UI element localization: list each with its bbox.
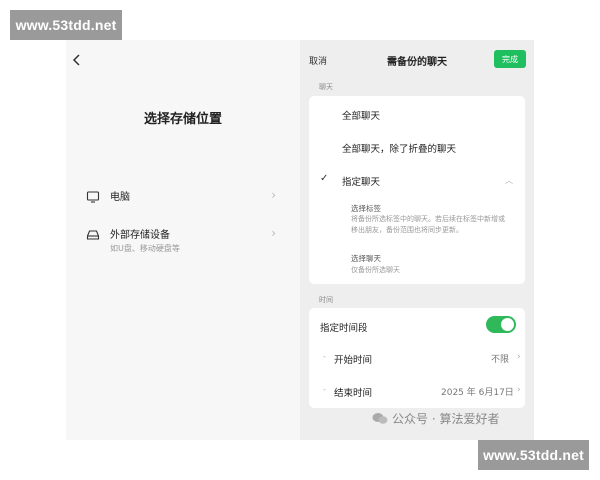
- chevron-right-icon: ›: [271, 188, 276, 202]
- location-title: 电脑: [110, 192, 130, 203]
- location-computer[interactable]: 电脑 ›: [86, 188, 276, 203]
- option-specified-chats[interactable]: 指定聊天: [342, 174, 380, 188]
- drive-icon: [86, 227, 100, 241]
- time-range-label: 指定时间段: [320, 323, 368, 334]
- footer-watermark-text: 公众号 · 算法爱好者: [392, 412, 500, 426]
- watermark-bottom: www.53tdd.net: [478, 440, 589, 470]
- chevron-right-icon: ›: [271, 226, 276, 240]
- chevron-up-icon[interactable]: ︿: [505, 175, 513, 186]
- monitor-icon: [86, 189, 100, 203]
- time-range-toggle[interactable]: [486, 316, 516, 333]
- start-time-label[interactable]: 开始时间: [334, 352, 372, 366]
- page-title: 选择存储位置: [143, 112, 222, 127]
- done-button[interactable]: 完成: [494, 50, 526, 68]
- dash-icon: -: [323, 385, 326, 394]
- chevron-right-icon: ›: [517, 385, 521, 395]
- select-chats-title[interactable]: 选择聊天: [351, 253, 381, 264]
- backup-chats-panel: 取消 需备份的聊天 完成 聊天 全部聊天 全部聊天，除了折叠的聊天 ✓ 指定聊天…: [300, 40, 534, 440]
- footer-watermark: 公众号 · 算法爱好者: [372, 410, 499, 427]
- location-subtitle: 如U盘、移动硬盘等: [110, 244, 180, 253]
- chevron-left-icon: [72, 52, 82, 71]
- chevron-right-icon: ›: [517, 352, 521, 362]
- chat-options-card: 全部聊天 全部聊天，除了折叠的聊天 ✓ 指定聊天 ︿ 选择标签 将备份所选标签中…: [309, 96, 525, 284]
- time-section-label: 时间: [319, 296, 333, 304]
- chat-section-label: 聊天: [319, 83, 333, 91]
- option-all-except-folded[interactable]: 全部聊天，除了折叠的聊天: [342, 141, 456, 155]
- end-time-label[interactable]: 结束时间: [334, 385, 372, 399]
- location-external-drive[interactable]: 外部存储设备 如U盘、移动硬盘等 ›: [86, 226, 276, 254]
- start-time-value[interactable]: 不限: [491, 352, 509, 365]
- check-icon: ✓: [320, 173, 329, 184]
- end-time-value[interactable]: 2025 年 6月17日: [441, 385, 514, 398]
- toggle-knob: [501, 318, 514, 331]
- wechat-icon: [372, 412, 388, 425]
- option-all-chats[interactable]: 全部聊天: [342, 108, 380, 122]
- location-title: 外部存储设备: [110, 230, 170, 241]
- time-options-card: 指定时间段 - 开始时间 不限 › - 结束时间 2025 年 6月17日 ›: [309, 308, 525, 408]
- back-button[interactable]: [72, 52, 82, 71]
- watermark-top: www.53tdd.net: [10, 10, 122, 40]
- select-tags-title[interactable]: 选择标签: [351, 203, 381, 214]
- select-tags-desc: 将备份所选标签中的聊天。若后续在标签中新增或移出朋友，备份范围也将同步更新。: [351, 215, 505, 234]
- select-chats-desc: 仅备份所选聊天: [351, 266, 400, 274]
- dash-icon: -: [323, 352, 326, 361]
- storage-location-panel: 选择存储位置 电脑 › 外部存储设备 如U盘、移动硬盘等 ›: [66, 40, 300, 440]
